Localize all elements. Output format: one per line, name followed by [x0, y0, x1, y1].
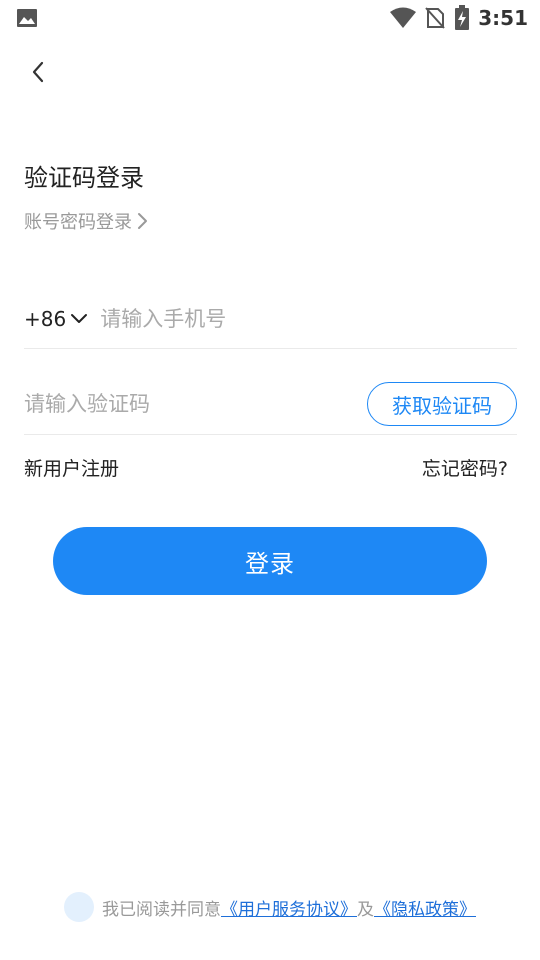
- login-page: 3:51 验证码登录 账号密码登录 +86 获取验证码 新用户注册 忘记密码?: [0, 0, 540, 960]
- password-login-link[interactable]: 账号密码登录: [24, 208, 148, 234]
- country-code-value: +86: [24, 307, 67, 331]
- login-button[interactable]: 登录: [53, 527, 487, 595]
- gallery-icon: [17, 9, 37, 27]
- agreement-checkbox[interactable]: [64, 892, 94, 922]
- chevron-right-icon: [138, 213, 147, 229]
- battery-charging-icon: [455, 5, 470, 30]
- page-title: 验证码登录: [24, 164, 144, 192]
- privacy-link[interactable]: 《隐私政策》: [374, 895, 476, 920]
- chevron-down-icon: [71, 314, 88, 323]
- no-sim-icon: [425, 7, 445, 29]
- password-login-label: 账号密码登录: [24, 212, 132, 233]
- chevron-left-icon: [32, 61, 44, 83]
- agreement-row: 我已阅读并同意 《用户服务协议》 及 《隐私政策》: [64, 891, 476, 923]
- forgot-password-link[interactable]: 忘记密码?: [422, 454, 508, 481]
- code-row: 获取验证码: [24, 374, 517, 435]
- status-time: 3:51: [478, 6, 528, 30]
- get-code-button[interactable]: 获取验证码: [367, 382, 517, 426]
- phone-row: +86: [24, 290, 517, 349]
- status-bar: 3:51: [0, 0, 540, 36]
- agreement-and: 及: [357, 899, 374, 920]
- register-link[interactable]: 新用户注册: [24, 454, 119, 481]
- status-icons: 3:51: [390, 4, 528, 32]
- country-code-selector[interactable]: +86: [24, 307, 88, 331]
- wifi-icon: [390, 7, 417, 28]
- terms-link[interactable]: 《用户服务协议》: [221, 895, 357, 920]
- agreement-prefix: 我已阅读并同意: [102, 899, 221, 920]
- back-button[interactable]: [20, 54, 56, 90]
- phone-input[interactable]: [100, 299, 517, 339]
- verification-code-input[interactable]: [24, 384, 367, 424]
- auxiliary-links: 新用户注册 忘记密码?: [24, 452, 508, 482]
